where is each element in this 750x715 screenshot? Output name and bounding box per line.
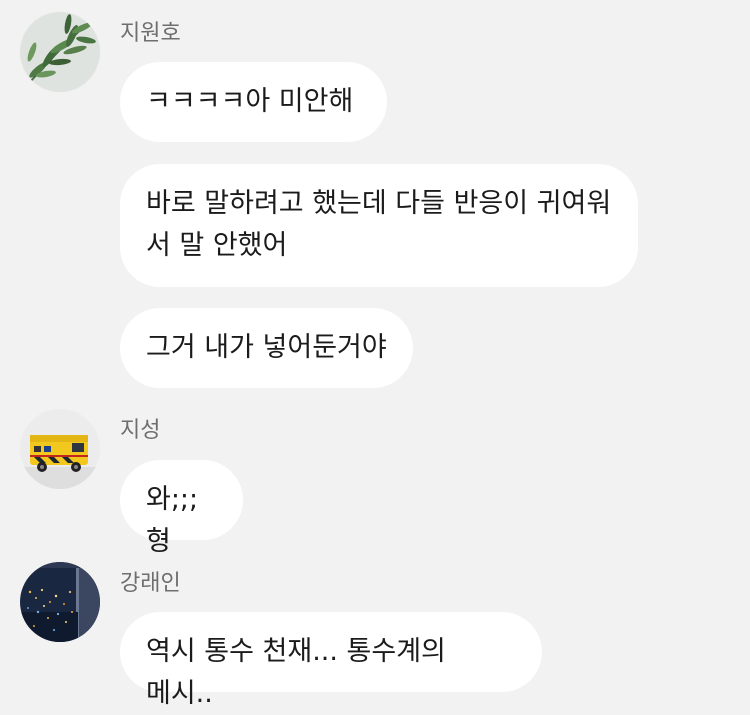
profile-avatar-jiseong[interactable] bbox=[20, 409, 100, 489]
message-bubble[interactable]: 바로 말하려고 했는데 다들 반응이 귀여워 서 말 안했어 bbox=[120, 164, 638, 287]
message-bubble[interactable]: 역시 통수 천재... 통수계의 메시.. bbox=[120, 612, 542, 709]
sender-name: 강래인 bbox=[120, 571, 181, 596]
profile-avatar-jiwonho[interactable] bbox=[20, 12, 100, 92]
plant-leaves-avatar-icon bbox=[20, 12, 100, 92]
profile-avatar-ganglaein[interactable] bbox=[20, 562, 100, 642]
message-bubble[interactable]: 그거 내가 넣어둔거야 bbox=[120, 308, 413, 388]
message-bubble[interactable]: ㅋㅋㅋㅋ아 미안해 bbox=[120, 62, 387, 142]
sender-name: 지원호 bbox=[120, 21, 181, 46]
night-city-avatar-icon bbox=[20, 562, 100, 642]
message-bubble[interactable]: 와;;;형 bbox=[120, 460, 243, 557]
sender-name: 지성 bbox=[120, 418, 161, 443]
ambulance-avatar-icon bbox=[20, 409, 100, 489]
